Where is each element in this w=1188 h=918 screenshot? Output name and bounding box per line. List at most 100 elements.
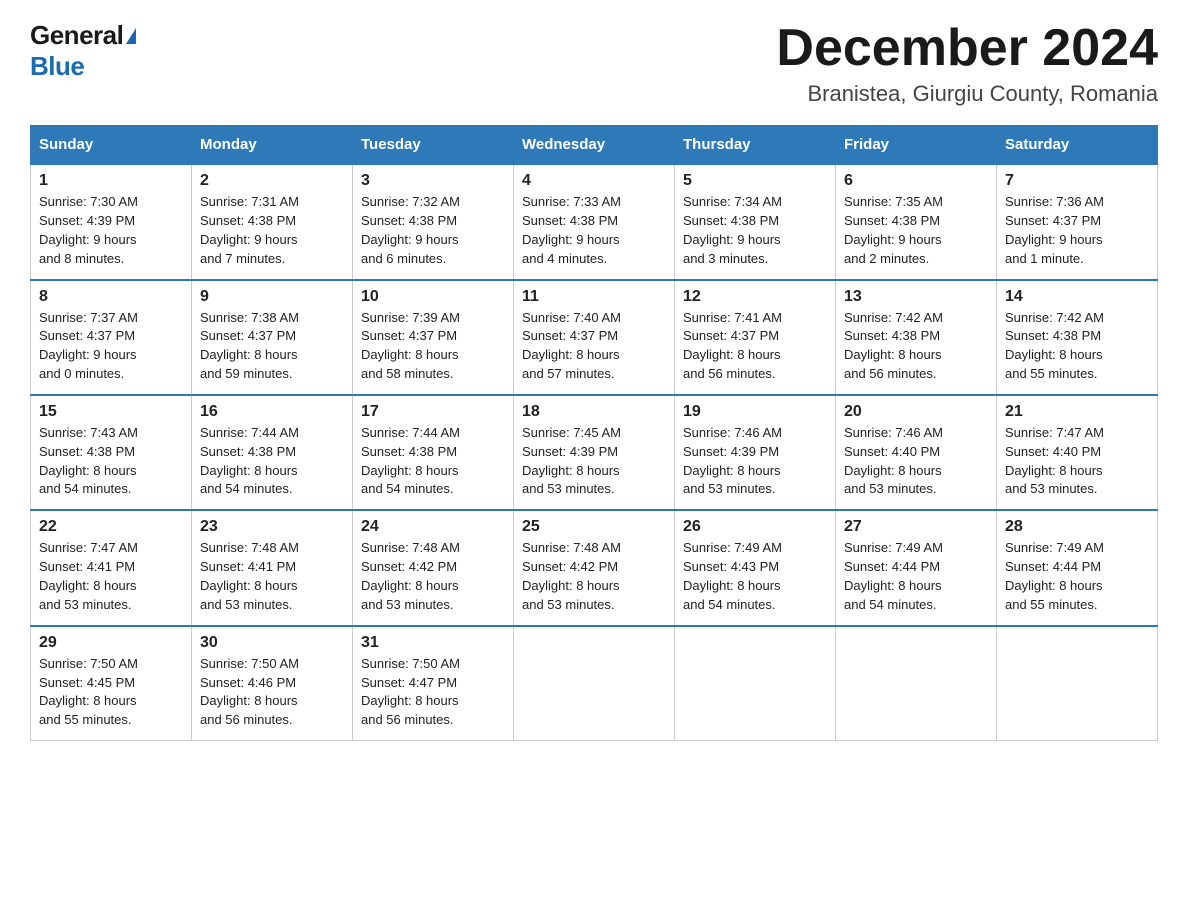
day-info: Sunrise: 7:35 AM Sunset: 4:38 PM Dayligh… <box>844 193 988 268</box>
day-number: 30 <box>200 634 344 652</box>
day-info: Sunrise: 7:43 AM Sunset: 4:38 PM Dayligh… <box>39 424 183 499</box>
calendar-cell: 7 Sunrise: 7:36 AM Sunset: 4:37 PM Daylig… <box>997 164 1158 279</box>
logo: General Blue <box>30 20 136 82</box>
calendar-cell: 25 Sunrise: 7:48 AM Sunset: 4:42 PM Dayli… <box>514 510 675 625</box>
day-info: Sunrise: 7:40 AM Sunset: 4:37 PM Dayligh… <box>522 309 666 384</box>
day-info: Sunrise: 7:50 AM Sunset: 4:47 PM Dayligh… <box>361 655 505 730</box>
day-info: Sunrise: 7:39 AM Sunset: 4:37 PM Dayligh… <box>361 309 505 384</box>
calendar-cell: 4 Sunrise: 7:33 AM Sunset: 4:38 PM Daylig… <box>514 164 675 279</box>
day-number: 17 <box>361 403 505 421</box>
calendar-cell: 6 Sunrise: 7:35 AM Sunset: 4:38 PM Daylig… <box>836 164 997 279</box>
day-number: 16 <box>200 403 344 421</box>
calendar-cell: 2 Sunrise: 7:31 AM Sunset: 4:38 PM Daylig… <box>192 164 353 279</box>
calendar-cell: 27 Sunrise: 7:49 AM Sunset: 4:44 PM Dayli… <box>836 510 997 625</box>
day-number: 4 <box>522 172 666 190</box>
calendar-cell: 5 Sunrise: 7:34 AM Sunset: 4:38 PM Daylig… <box>675 164 836 279</box>
calendar-cell: 21 Sunrise: 7:47 AM Sunset: 4:40 PM Dayli… <box>997 395 1158 510</box>
logo-triangle-icon <box>126 28 136 44</box>
day-info: Sunrise: 7:47 AM Sunset: 4:40 PM Dayligh… <box>1005 424 1149 499</box>
week-row: 15 Sunrise: 7:43 AM Sunset: 4:38 PM Dayli… <box>31 395 1158 510</box>
col-header-saturday: Saturday <box>997 126 1158 165</box>
col-header-thursday: Thursday <box>675 126 836 165</box>
calendar-cell: 14Sunrise: 7:42 AM Sunset: 4:38 PM Dayli… <box>997 280 1158 395</box>
day-number: 22 <box>39 518 183 536</box>
col-header-wednesday: Wednesday <box>514 126 675 165</box>
calendar-cell <box>997 626 1158 741</box>
day-info: Sunrise: 7:37 AM Sunset: 4:37 PM Dayligh… <box>39 309 183 384</box>
day-info: Sunrise: 7:49 AM Sunset: 4:44 PM Dayligh… <box>844 539 988 614</box>
day-number: 1 <box>39 172 183 190</box>
day-number: 13 <box>844 288 988 306</box>
day-number: 11 <box>522 288 666 306</box>
day-number: 9 <box>200 288 344 306</box>
day-number: 3 <box>361 172 505 190</box>
day-number: 19 <box>683 403 827 421</box>
calendar-cell: 11 Sunrise: 7:40 AM Sunset: 4:37 PM Dayli… <box>514 280 675 395</box>
day-info: Sunrise: 7:45 AM Sunset: 4:39 PM Dayligh… <box>522 424 666 499</box>
day-info: Sunrise: 7:44 AM Sunset: 4:38 PM Dayligh… <box>361 424 505 499</box>
calendar-cell: 20Sunrise: 7:46 AM Sunset: 4:40 PM Dayli… <box>836 395 997 510</box>
calendar-cell: 3 Sunrise: 7:32 AM Sunset: 4:38 PM Daylig… <box>353 164 514 279</box>
calendar-cell: 16 Sunrise: 7:44 AM Sunset: 4:38 PM Dayli… <box>192 395 353 510</box>
day-number: 25 <box>522 518 666 536</box>
day-info: Sunrise: 7:34 AM Sunset: 4:38 PM Dayligh… <box>683 193 827 268</box>
day-number: 6 <box>844 172 988 190</box>
page-header: General Blue December 2024 Branistea, Gi… <box>30 20 1158 107</box>
day-info: Sunrise: 7:38 AM Sunset: 4:37 PM Dayligh… <box>200 309 344 384</box>
day-number: 28 <box>1005 518 1149 536</box>
day-number: 27 <box>844 518 988 536</box>
week-row: 1 Sunrise: 7:30 AM Sunset: 4:39 PM Daylig… <box>31 164 1158 279</box>
day-info: Sunrise: 7:50 AM Sunset: 4:45 PM Dayligh… <box>39 655 183 730</box>
subtitle: Branistea, Giurgiu County, Romania <box>776 81 1158 107</box>
calendar-cell: 31Sunrise: 7:50 AM Sunset: 4:47 PM Dayli… <box>353 626 514 741</box>
day-info: Sunrise: 7:32 AM Sunset: 4:38 PM Dayligh… <box>361 193 505 268</box>
day-number: 7 <box>1005 172 1149 190</box>
calendar-cell: 26Sunrise: 7:49 AM Sunset: 4:43 PM Dayli… <box>675 510 836 625</box>
day-info: Sunrise: 7:48 AM Sunset: 4:42 PM Dayligh… <box>522 539 666 614</box>
day-number: 24 <box>361 518 505 536</box>
calendar-table: SundayMondayTuesdayWednesdayThursdayFrid… <box>30 125 1158 741</box>
day-number: 18 <box>522 403 666 421</box>
day-info: Sunrise: 7:42 AM Sunset: 4:38 PM Dayligh… <box>844 309 988 384</box>
day-info: Sunrise: 7:36 AM Sunset: 4:37 PM Dayligh… <box>1005 193 1149 268</box>
calendar-cell <box>514 626 675 741</box>
logo-general-text: General <box>30 20 123 51</box>
calendar-cell: 10Sunrise: 7:39 AM Sunset: 4:37 PM Dayli… <box>353 280 514 395</box>
day-info: Sunrise: 7:30 AM Sunset: 4:39 PM Dayligh… <box>39 193 183 268</box>
day-info: Sunrise: 7:33 AM Sunset: 4:38 PM Dayligh… <box>522 193 666 268</box>
day-number: 23 <box>200 518 344 536</box>
calendar-cell: 22 Sunrise: 7:47 AM Sunset: 4:41 PM Dayli… <box>31 510 192 625</box>
calendar-cell: 8 Sunrise: 7:37 AM Sunset: 4:37 PM Daylig… <box>31 280 192 395</box>
calendar-cell <box>675 626 836 741</box>
day-number: 8 <box>39 288 183 306</box>
col-header-sunday: Sunday <box>31 126 192 165</box>
calendar-cell: 19Sunrise: 7:46 AM Sunset: 4:39 PM Dayli… <box>675 395 836 510</box>
day-number: 2 <box>200 172 344 190</box>
day-number: 15 <box>39 403 183 421</box>
day-info: Sunrise: 7:47 AM Sunset: 4:41 PM Dayligh… <box>39 539 183 614</box>
week-row: 8 Sunrise: 7:37 AM Sunset: 4:37 PM Daylig… <box>31 280 1158 395</box>
day-info: Sunrise: 7:31 AM Sunset: 4:38 PM Dayligh… <box>200 193 344 268</box>
col-header-monday: Monday <box>192 126 353 165</box>
day-number: 29 <box>39 634 183 652</box>
calendar-cell: 13 Sunrise: 7:42 AM Sunset: 4:38 PM Dayli… <box>836 280 997 395</box>
main-title: December 2024 <box>776 20 1158 77</box>
day-info: Sunrise: 7:49 AM Sunset: 4:44 PM Dayligh… <box>1005 539 1149 614</box>
day-info: Sunrise: 7:41 AM Sunset: 4:37 PM Dayligh… <box>683 309 827 384</box>
day-number: 21 <box>1005 403 1149 421</box>
day-info: Sunrise: 7:50 AM Sunset: 4:46 PM Dayligh… <box>200 655 344 730</box>
col-header-friday: Friday <box>836 126 997 165</box>
day-number: 20 <box>844 403 988 421</box>
title-block: December 2024 Branistea, Giurgiu County,… <box>776 20 1158 107</box>
day-info: Sunrise: 7:42 AM Sunset: 4:38 PM Dayligh… <box>1005 309 1149 384</box>
calendar-cell: 17 Sunrise: 7:44 AM Sunset: 4:38 PM Dayli… <box>353 395 514 510</box>
day-info: Sunrise: 7:44 AM Sunset: 4:38 PM Dayligh… <box>200 424 344 499</box>
calendar-cell <box>836 626 997 741</box>
week-row: 22 Sunrise: 7:47 AM Sunset: 4:41 PM Dayli… <box>31 510 1158 625</box>
day-number: 5 <box>683 172 827 190</box>
day-info: Sunrise: 7:49 AM Sunset: 4:43 PM Dayligh… <box>683 539 827 614</box>
week-row: 29 Sunrise: 7:50 AM Sunset: 4:45 PM Dayli… <box>31 626 1158 741</box>
calendar-cell: 29 Sunrise: 7:50 AM Sunset: 4:45 PM Dayli… <box>31 626 192 741</box>
calendar-cell: 18 Sunrise: 7:45 AM Sunset: 4:39 PM Dayli… <box>514 395 675 510</box>
calendar-cell: 9 Sunrise: 7:38 AM Sunset: 4:37 PM Daylig… <box>192 280 353 395</box>
